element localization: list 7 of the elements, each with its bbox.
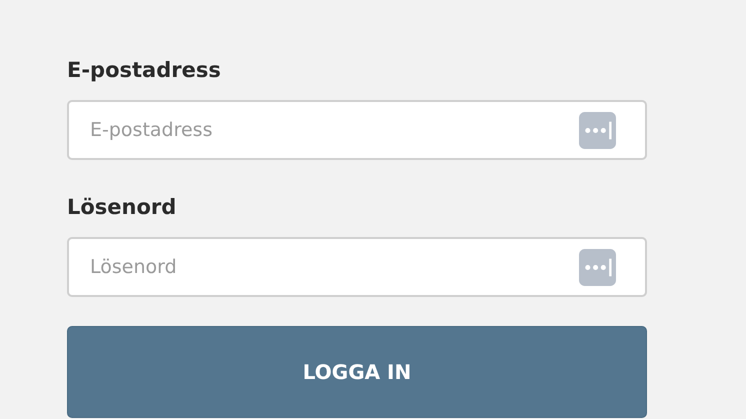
field-label: Lösenord bbox=[67, 194, 176, 221]
password-manager-icon[interactable] bbox=[579, 112, 616, 149]
input-field[interactable]: E-postadress bbox=[67, 100, 647, 160]
input-field[interactable]: Lösenord bbox=[67, 237, 647, 297]
login-button[interactable]: LOGGA IN bbox=[67, 326, 647, 418]
password-manager-icon[interactable] bbox=[579, 249, 616, 286]
field-label: E-postadress bbox=[67, 57, 221, 84]
